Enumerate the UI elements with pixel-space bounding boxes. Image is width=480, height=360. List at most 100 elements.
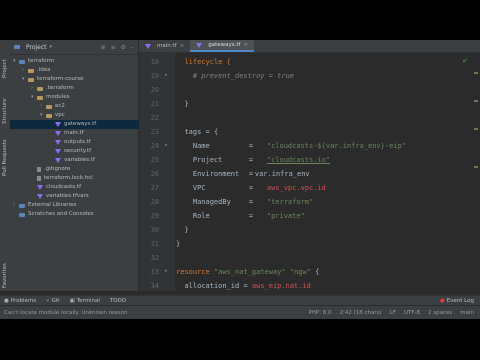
terraform-file-icon [145, 43, 151, 49]
git-icon: ⑂ [46, 297, 50, 304]
status-message[interactable]: Can't locate module locally. Unknown rea… [4, 310, 127, 316]
hide-icon[interactable]: – [131, 44, 134, 51]
ide-window: Project Structure Pull Requests Favorite… [0, 40, 480, 319]
line-number: 18 [150, 58, 159, 66]
tree-item-idea[interactable]: › .idea [10, 66, 150, 75]
sidebar-tab-project[interactable]: Project [0, 44, 10, 80]
library-icon [19, 203, 25, 208]
terraform-file-icon [55, 131, 61, 136]
code-line-24[interactable]: Name = "cloudcasts-${var.infra_env}-eip" [176, 142, 406, 150]
file-icon [37, 176, 41, 181]
code-line-23[interactable]: tags = { [176, 128, 218, 136]
code-line-21[interactable]: } [176, 100, 188, 108]
code-editor: main.tf × gateways.tf × 18 19 20 21 22 23 … [139, 40, 480, 291]
line-number: 31 [150, 240, 159, 248]
fold-icon[interactable]: ▸ [165, 142, 168, 148]
terminal-tool-button[interactable]: ▣ Terminal [69, 298, 99, 304]
code-line-27[interactable]: VPC = aws_vpc.vpc.id [176, 184, 326, 192]
project-icon [14, 45, 20, 49]
problems-icon: ● [4, 297, 9, 304]
status-line-ending[interactable]: LF [390, 310, 396, 316]
tree-item-scratches[interactable]: Scratches and Consoles [10, 210, 141, 219]
tree-item-terraform-course[interactable]: ▾ terraform-course [10, 75, 150, 84]
line-number: 24 [150, 142, 159, 150]
tree-item-modules[interactable]: ▾ modules [10, 93, 159, 102]
line-number: 29 [150, 212, 159, 220]
sidebar-tab-favorites[interactable]: Favorites [0, 248, 10, 288]
event-log-icon: ● [439, 297, 445, 304]
fold-icon[interactable]: ▸ [165, 268, 168, 274]
line-number: 22 [150, 114, 159, 122]
code-line-32[interactable]: resource "aws_nat_gateway" "ngw" { [176, 268, 319, 276]
code-line-30[interactable]: } [176, 226, 188, 234]
terminal-icon: ▣ [69, 297, 75, 304]
bottom-tool-bar: ● Problems ⑂ Git ▣ Terminal TODO ● Event Log [0, 295, 480, 305]
code-line-26[interactable]: Environment = var.infra_env [176, 170, 310, 178]
status-php[interactable]: PHP: 8.0 [308, 310, 331, 316]
tab-gateways-tf[interactable]: gateways.tf × [190, 40, 255, 52]
problems-tool-button[interactable]: ● Problems [4, 298, 36, 304]
terraform-file-icon [37, 185, 43, 190]
tree-item-external-libraries[interactable]: › External Libraries [10, 201, 141, 210]
code-line-19[interactable]: # prevent_destroy = true [176, 72, 294, 80]
terraform-file-icon [37, 194, 43, 199]
collapse-icon[interactable]: ≡ [111, 44, 116, 51]
gear-icon[interactable]: ⚙ [121, 44, 126, 51]
sidebar-tab-pull-requests[interactable]: Pull Requests [0, 126, 10, 176]
folder-icon [46, 113, 52, 118]
line-number: 32 [150, 254, 159, 262]
event-log-button[interactable]: ● Event Log [440, 298, 474, 304]
folder-icon [46, 104, 52, 109]
tree-item-dot-terraform[interactable]: › .terraform [10, 84, 159, 93]
editor-tabs: main.tf × gateways.tf × [139, 40, 480, 53]
status-encoding[interactable]: UTF-8 [404, 310, 420, 316]
terraform-file-icon [55, 149, 61, 154]
line-number: 28 [150, 198, 159, 206]
tree-item-terraform[interactable]: ▾ terraform [10, 57, 141, 66]
line-number: 33 [150, 268, 159, 276]
line-number: 19 [150, 72, 159, 80]
line-number: 23 [150, 128, 159, 136]
locate-icon[interactable]: ⊕ [101, 44, 106, 51]
status-indent[interactable]: 2 spaces [428, 310, 452, 316]
folder-icon [28, 77, 34, 82]
sidebar-tab-structure[interactable]: Structure [0, 84, 10, 124]
folder-icon [28, 68, 34, 73]
close-icon[interactable]: × [180, 43, 185, 49]
line-number: 26 [150, 170, 159, 178]
close-icon[interactable]: × [243, 42, 248, 48]
project-panel-title[interactable]: Project [26, 44, 47, 51]
scratches-icon [19, 212, 25, 217]
code-line-33[interactable]: allocation_id = aws_eip.nat.id [176, 282, 310, 290]
todo-tool-button[interactable]: TODO [110, 298, 126, 304]
chevron-down-icon[interactable]: ▾ [50, 44, 53, 50]
folder-icon [37, 95, 43, 100]
project-panel: Project ▾ ⊕ ≡ ⚙ – ▾ terraform › .idea ▾ ter… [10, 40, 183, 291]
git-tool-button[interactable]: ⑂ Git [46, 298, 59, 304]
terraform-file-icon [196, 42, 203, 48]
file-icon [37, 167, 41, 172]
line-number: 21 [150, 100, 159, 108]
tab-main-tf[interactable]: main.tf × [139, 40, 190, 52]
code-line-25[interactable]: Project = "cloudcasts.io" [176, 156, 330, 164]
status-git-branch[interactable]: main [460, 310, 474, 316]
folder-icon [19, 59, 25, 64]
status-bar: Can't locate module locally. Unknown rea… [0, 306, 480, 319]
check-icon[interactable]: ✔ [462, 57, 468, 65]
line-number: 20 [150, 86, 159, 94]
project-panel-header: Project ▾ ⊕ ≡ ⚙ – [10, 40, 138, 55]
terraform-file-icon [55, 122, 61, 127]
line-number: 34 [150, 282, 159, 290]
code-line-28[interactable]: ManagedBy = "terraform" [176, 198, 313, 206]
folder-icon [37, 86, 43, 91]
line-number: 27 [150, 184, 159, 192]
line-number: 30 [150, 226, 159, 234]
code-line-18[interactable]: lifecycle { [176, 58, 230, 66]
status-cursor[interactable]: 2:42 (18 chars) [340, 310, 382, 316]
code-line-29[interactable]: Role = "private" [176, 212, 305, 220]
fold-icon[interactable]: ▸ [165, 72, 168, 78]
editor-scrollbar[interactable] [474, 70, 478, 270]
code-line-31[interactable]: } [176, 240, 180, 248]
terraform-file-icon [55, 158, 61, 163]
line-number: 25 [150, 156, 159, 164]
